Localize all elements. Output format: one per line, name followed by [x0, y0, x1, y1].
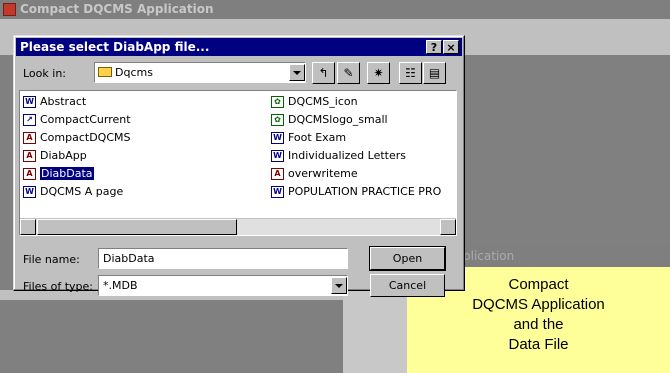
word-doc-icon: W [271, 132, 284, 144]
files-of-type-label-text: Files of type: [23, 280, 94, 293]
files-of-type-label: Files of type: [23, 280, 93, 293]
file-name-value: DiabData [103, 252, 155, 265]
file-name-label-text: File name: [23, 253, 80, 266]
close-button[interactable]: × [443, 40, 459, 54]
open-button-label: Open [392, 252, 423, 265]
up-folder-icon[interactable]: ↰ [312, 62, 335, 84]
file-name-text: DQCMSlogo_small [288, 113, 388, 126]
shortcut-icon: ↗ [23, 114, 36, 126]
help-button[interactable]: ? [426, 40, 442, 54]
list-item[interactable]: W Individualized Letters [270, 147, 406, 165]
files-of-type-select[interactable]: *.MDB [98, 275, 348, 296]
list-item[interactable]: A CompactDQCMS [22, 129, 131, 147]
open-button[interactable]: Open [369, 246, 446, 271]
file-name-label: File name: [23, 253, 80, 266]
details-view-icon[interactable]: ▤ [423, 62, 446, 84]
list-item[interactable]: ✿ DQCMS_icon [270, 93, 358, 111]
scroll-left-button[interactable] [20, 219, 36, 235]
list-item[interactable]: W DQCMS A page [22, 183, 123, 201]
app-icon [3, 3, 16, 16]
file-name-text: overwriteme [288, 167, 358, 180]
files-of-type-value: *.MDB [103, 279, 138, 292]
list-item[interactable]: W Abstract [22, 93, 86, 111]
dialog-title: Please select DiabApp file... [20, 40, 210, 54]
file-name-text: Abstract [40, 95, 87, 108]
access-db-icon: A [23, 132, 36, 144]
note-line-4: Data File [508, 336, 569, 353]
access-db-icon: A [23, 150, 36, 162]
file-name-text: DiabData [39, 166, 95, 181]
file-name-text: DQCMS_icon [288, 95, 358, 108]
app-titlebar: Compact DQCMS Application [0, 0, 670, 19]
note-line-2: DQCMS Application [472, 296, 605, 313]
image-icon: ✿ [271, 114, 284, 126]
list-item[interactable]: ↗ CompactCurrent [22, 111, 131, 129]
file-name-text: DiabApp [40, 149, 87, 162]
look-in-combo[interactable]: Dqcms [94, 62, 306, 83]
word-doc-icon: W [271, 150, 284, 162]
new-folder-icon[interactable]: ✷ [367, 62, 390, 84]
file-name-text: Individualized Letters [288, 149, 406, 162]
horizontal-scrollbar[interactable] [20, 218, 456, 235]
note-line-3: and the [513, 316, 564, 333]
list-item[interactable]: ✿ DQCMSlogo_small [270, 111, 388, 129]
word-doc-icon: W [271, 186, 284, 198]
file-open-dialog: Please select DiabApp file... ? × Look i… [13, 35, 465, 297]
file-name-input[interactable]: DiabData [98, 248, 348, 269]
list-item[interactable]: W POPULATION PRACTICE PRO [270, 183, 441, 201]
app-title: Compact DQCMS Application [20, 2, 214, 16]
look-in-label-text: Look in: [23, 67, 66, 80]
app-background-pane [464, 55, 670, 244]
cancel-button[interactable]: Cancel [370, 274, 445, 297]
dialog-titlebar: Please select DiabApp file... ? × [16, 38, 462, 56]
folder-icon [98, 67, 112, 77]
files-of-type-dropdown-button[interactable] [331, 277, 347, 294]
file-name-text: CompactCurrent [40, 113, 131, 126]
list-item[interactable]: W Foot Exam [270, 129, 346, 147]
list-item[interactable]: Aoverwriteme [270, 165, 358, 183]
look-in-label: Look in: [23, 67, 66, 80]
word-doc-icon: W [23, 96, 36, 108]
access-db-icon: A [23, 168, 36, 180]
scroll-thumb[interactable] [37, 219, 237, 235]
file-name-text: CompactDQCMS [40, 131, 131, 144]
list-item-selected[interactable]: A DiabData [22, 165, 95, 183]
list-item[interactable]: A DiabApp [22, 147, 87, 165]
image-icon: ✿ [271, 96, 284, 108]
app-background-bottom [0, 300, 343, 373]
file-name-text: Foot Exam [288, 131, 347, 144]
scroll-right-button[interactable] [440, 219, 456, 235]
file-name-text: DQCMS A page [40, 185, 124, 198]
access-db-icon: A [271, 168, 284, 180]
cancel-button-label: Cancel [388, 279, 427, 292]
desktop-icon[interactable]: ✎ [337, 62, 360, 84]
look-in-dropdown-button[interactable] [289, 64, 305, 81]
file-list[interactable]: W Abstract ↗ CompactCurrent A CompactDQCMS … [19, 90, 457, 236]
file-name-text: POPULATION PRACTICE PRO [288, 185, 442, 198]
look-in-value: Dqcms [115, 66, 153, 79]
list-view-icon[interactable]: ☷ [399, 62, 422, 84]
app-window: Compact DQCMS Application plication Comp… [0, 0, 670, 373]
word-doc-icon: W [23, 186, 36, 198]
